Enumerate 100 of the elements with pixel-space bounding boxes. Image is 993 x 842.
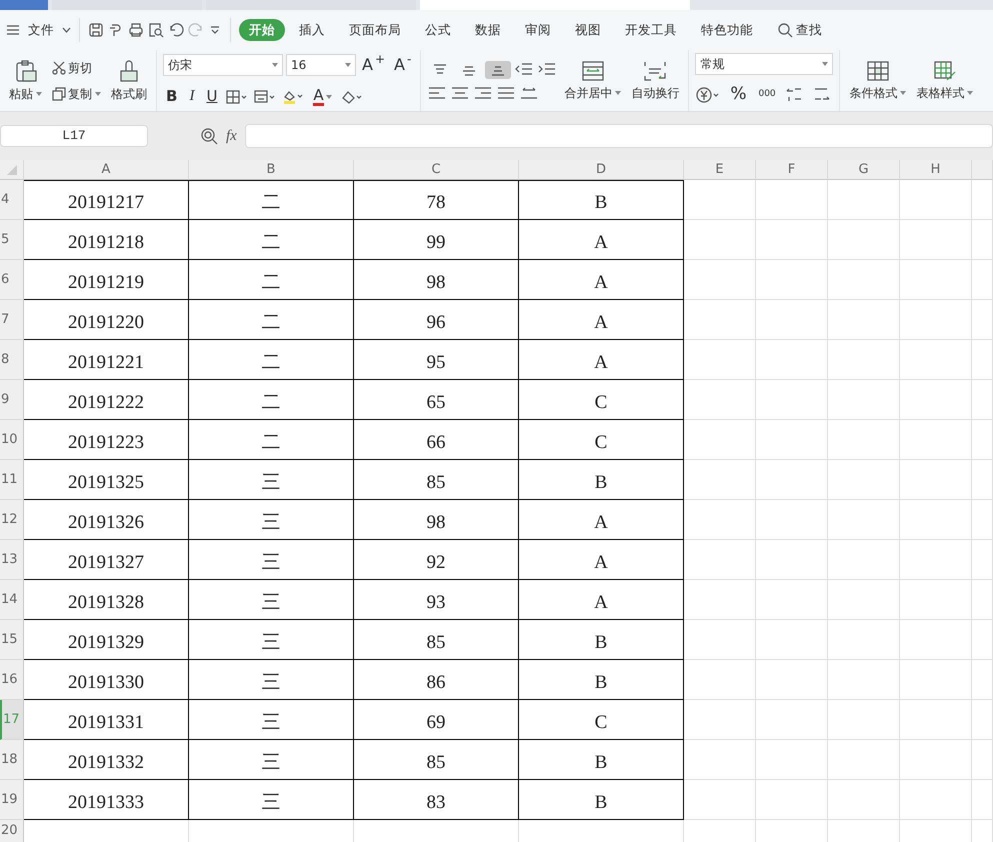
vertical-align-button[interactable] [485, 60, 512, 78]
empty-cell[interactable] [828, 540, 900, 580]
empty-cell[interactable] [900, 540, 972, 580]
empty-cell[interactable] [900, 500, 972, 540]
empty-cell[interactable] [972, 780, 993, 820]
font-name-field[interactable]: 仿宋 [163, 54, 283, 76]
empty-cell[interactable] [828, 780, 900, 820]
empty-cell[interactable] [684, 340, 756, 380]
empty-cell[interactable] [972, 660, 993, 700]
empty-cell[interactable] [684, 700, 756, 740]
ribbon-tab[interactable]: 开发工具 [615, 18, 687, 42]
empty-cell[interactable] [756, 660, 828, 700]
empty-cell[interactable] [900, 460, 972, 500]
borders-icon[interactable] [226, 90, 248, 104]
empty-cell[interactable] [900, 780, 972, 820]
empty-cell[interactable] [756, 420, 828, 460]
row-header[interactable]: 20 [0, 820, 24, 842]
merge-center-button[interactable]: 合并居中 [561, 58, 624, 102]
empty-cell[interactable] [972, 340, 993, 380]
empty-cell[interactable] [900, 380, 972, 420]
undo-icon[interactable] [168, 22, 184, 38]
empty-cell[interactable] [828, 580, 900, 620]
decrease-indent-icon[interactable] [514, 60, 534, 76]
empty-cell[interactable] [684, 420, 756, 460]
empty-cell[interactable] [972, 420, 993, 460]
empty-cell[interactable] [900, 300, 972, 340]
empty-cell[interactable] [684, 380, 756, 420]
empty-cell[interactable] [756, 620, 828, 660]
empty-cell[interactable] [900, 420, 972, 460]
save-icon[interactable] [88, 22, 104, 38]
ribbon-tab[interactable]: 数据 [465, 18, 511, 42]
empty-cell[interactable] [756, 260, 828, 300]
empty-cell[interactable] [972, 220, 993, 260]
empty-cell[interactable] [756, 380, 828, 420]
empty-cell[interactable] [900, 700, 972, 740]
decrease-font-button[interactable]: A$^{-}$ [391, 52, 414, 78]
chevron-icon[interactable] [62, 27, 71, 33]
empty-cell[interactable] [828, 180, 900, 220]
empty-cell[interactable] [756, 460, 828, 500]
ribbon-tab[interactable]: 特色功能 [691, 18, 763, 42]
row-header[interactable]: 8 [0, 340, 24, 380]
empty-cell[interactable] [900, 740, 972, 780]
font-size-field[interactable]: 16 [286, 54, 356, 76]
row-header[interactable]: 13 [0, 540, 24, 580]
font-color-button[interactable]: A [310, 86, 335, 106]
cut-button[interactable]: 剪切 [49, 58, 104, 78]
empty-cell[interactable] [828, 380, 900, 420]
bold-button[interactable]: B [163, 84, 180, 109]
empty-cell[interactable] [756, 780, 828, 820]
column-header[interactable] [972, 160, 993, 180]
empty-cell[interactable] [756, 180, 828, 220]
dropdown-icon[interactable] [208, 24, 222, 36]
name-box[interactable]: L17 [0, 125, 148, 147]
empty-cell[interactable] [828, 660, 900, 700]
print-preview-icon[interactable] [148, 22, 164, 38]
empty-cell[interactable] [972, 500, 993, 540]
row-header[interactable]: 14 [0, 580, 24, 620]
empty-cell[interactable] [828, 700, 900, 740]
column-header[interactable]: D [519, 160, 684, 180]
empty-cell[interactable] [972, 620, 993, 660]
empty-cell[interactable] [684, 460, 756, 500]
column-header[interactable]: B [189, 160, 354, 180]
function-button[interactable]: fx [226, 124, 237, 148]
row-header[interactable]: 9 [0, 380, 24, 420]
search-button[interactable]: 查找 [767, 18, 832, 42]
document-tab[interactable] [420, 0, 690, 10]
distributed-align-icon[interactable] [519, 84, 540, 100]
formula-input[interactable] [244, 124, 993, 148]
empty-cell[interactable] [684, 740, 756, 780]
empty-cell[interactable] [828, 420, 900, 460]
column-header[interactable]: A [24, 160, 189, 180]
empty-cell[interactable] [900, 220, 972, 260]
empty-cell[interactable] [972, 580, 993, 620]
empty-cell[interactable] [828, 260, 900, 300]
empty-cell[interactable] [684, 660, 756, 700]
italic-button[interactable]: I [186, 84, 198, 109]
empty-cell[interactable] [972, 260, 993, 300]
justify-icon[interactable] [496, 84, 516, 100]
empty-cell[interactable] [828, 340, 900, 380]
row-header[interactable]: 10 [0, 420, 24, 460]
row-header[interactable]: 7 [0, 300, 24, 340]
row-header[interactable]: 12 [0, 500, 24, 540]
column-header[interactable]: G [828, 160, 900, 180]
empty-cell[interactable] [684, 260, 756, 300]
fill-color-icon[interactable] [282, 88, 304, 104]
thousands-button[interactable]: 000 [755, 86, 779, 102]
empty-cell[interactable] [756, 540, 828, 580]
empty-cell[interactable] [756, 740, 828, 780]
empty-cell[interactable] [900, 620, 972, 660]
empty-cell[interactable] [756, 700, 828, 740]
copy-button[interactable]: 复制 [49, 84, 104, 104]
empty-cell[interactable] [972, 300, 993, 340]
format-painter-button[interactable]: 格式刷 [108, 58, 150, 104]
empty-cell[interactable] [900, 180, 972, 220]
menu-icon[interactable] [6, 24, 20, 36]
empty-cell[interactable] [828, 500, 900, 540]
empty-cell[interactable] [900, 660, 972, 700]
document-tab[interactable] [0, 0, 48, 10]
increase-font-button[interactable]: A$^{+}$ [359, 52, 388, 78]
empty-cell[interactable] [684, 300, 756, 340]
